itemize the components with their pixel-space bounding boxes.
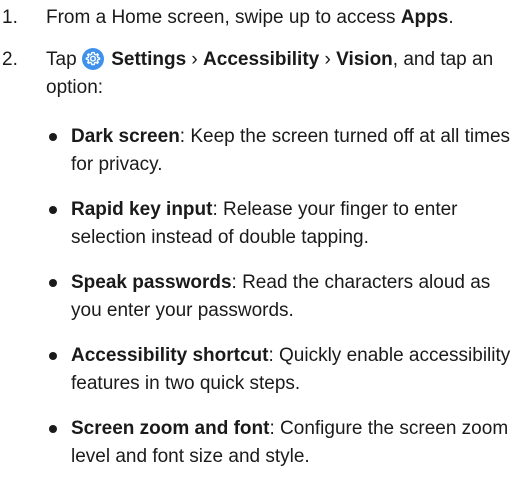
option-title: Speak passwords [71, 272, 232, 293]
step-text: Tap Settings › Accessibility › Vision, a… [46, 46, 514, 102]
step-number: 2. [2, 49, 18, 70]
list-item: Accessibility shortcut: Quickly enable a… [46, 342, 514, 398]
accessibility-label: Accessibility [203, 49, 320, 70]
settings-gear-icon [81, 48, 104, 70]
bullet-icon [49, 133, 57, 141]
breadcrumb-separator: › [319, 49, 337, 70]
vision-label: Vision [336, 49, 393, 70]
step-number: 1. [2, 7, 18, 28]
step-text: From a Home screen, swipe up to access A… [46, 4, 514, 32]
breadcrumb-separator: › [186, 49, 204, 70]
bullet-icon [49, 425, 57, 433]
apps-label: Apps [400, 7, 449, 28]
settings-label: Settings [111, 49, 187, 70]
step-2: 2. Tap Settings › Accessibility › Vision… [0, 46, 514, 102]
option-title: Screen zoom and font [71, 418, 270, 439]
step-text-plain: Tap [46, 49, 82, 70]
step-text-plain: . [448, 7, 454, 28]
list-item: Rapid key input: Release your finger to … [46, 196, 514, 252]
step-text-plain: From a Home screen, swipe up to access [46, 7, 401, 28]
instructions-document: 1. From a Home screen, swipe up to acces… [0, 0, 522, 467]
vision-options-list: Dark screen: Keep the screen turned off … [46, 123, 514, 488]
option-title: Accessibility shortcut [71, 345, 269, 366]
list-item: Speak passwords: Read the characters alo… [46, 269, 514, 325]
bullet-icon [49, 352, 57, 360]
option-title: Rapid key input [71, 199, 213, 220]
bullet-icon [49, 279, 57, 287]
option-title: Dark screen [71, 126, 180, 147]
list-item: Dark screen: Keep the screen turned off … [46, 123, 514, 179]
step-1: 1. From a Home screen, swipe up to acces… [0, 4, 514, 32]
bullet-icon [49, 206, 57, 214]
